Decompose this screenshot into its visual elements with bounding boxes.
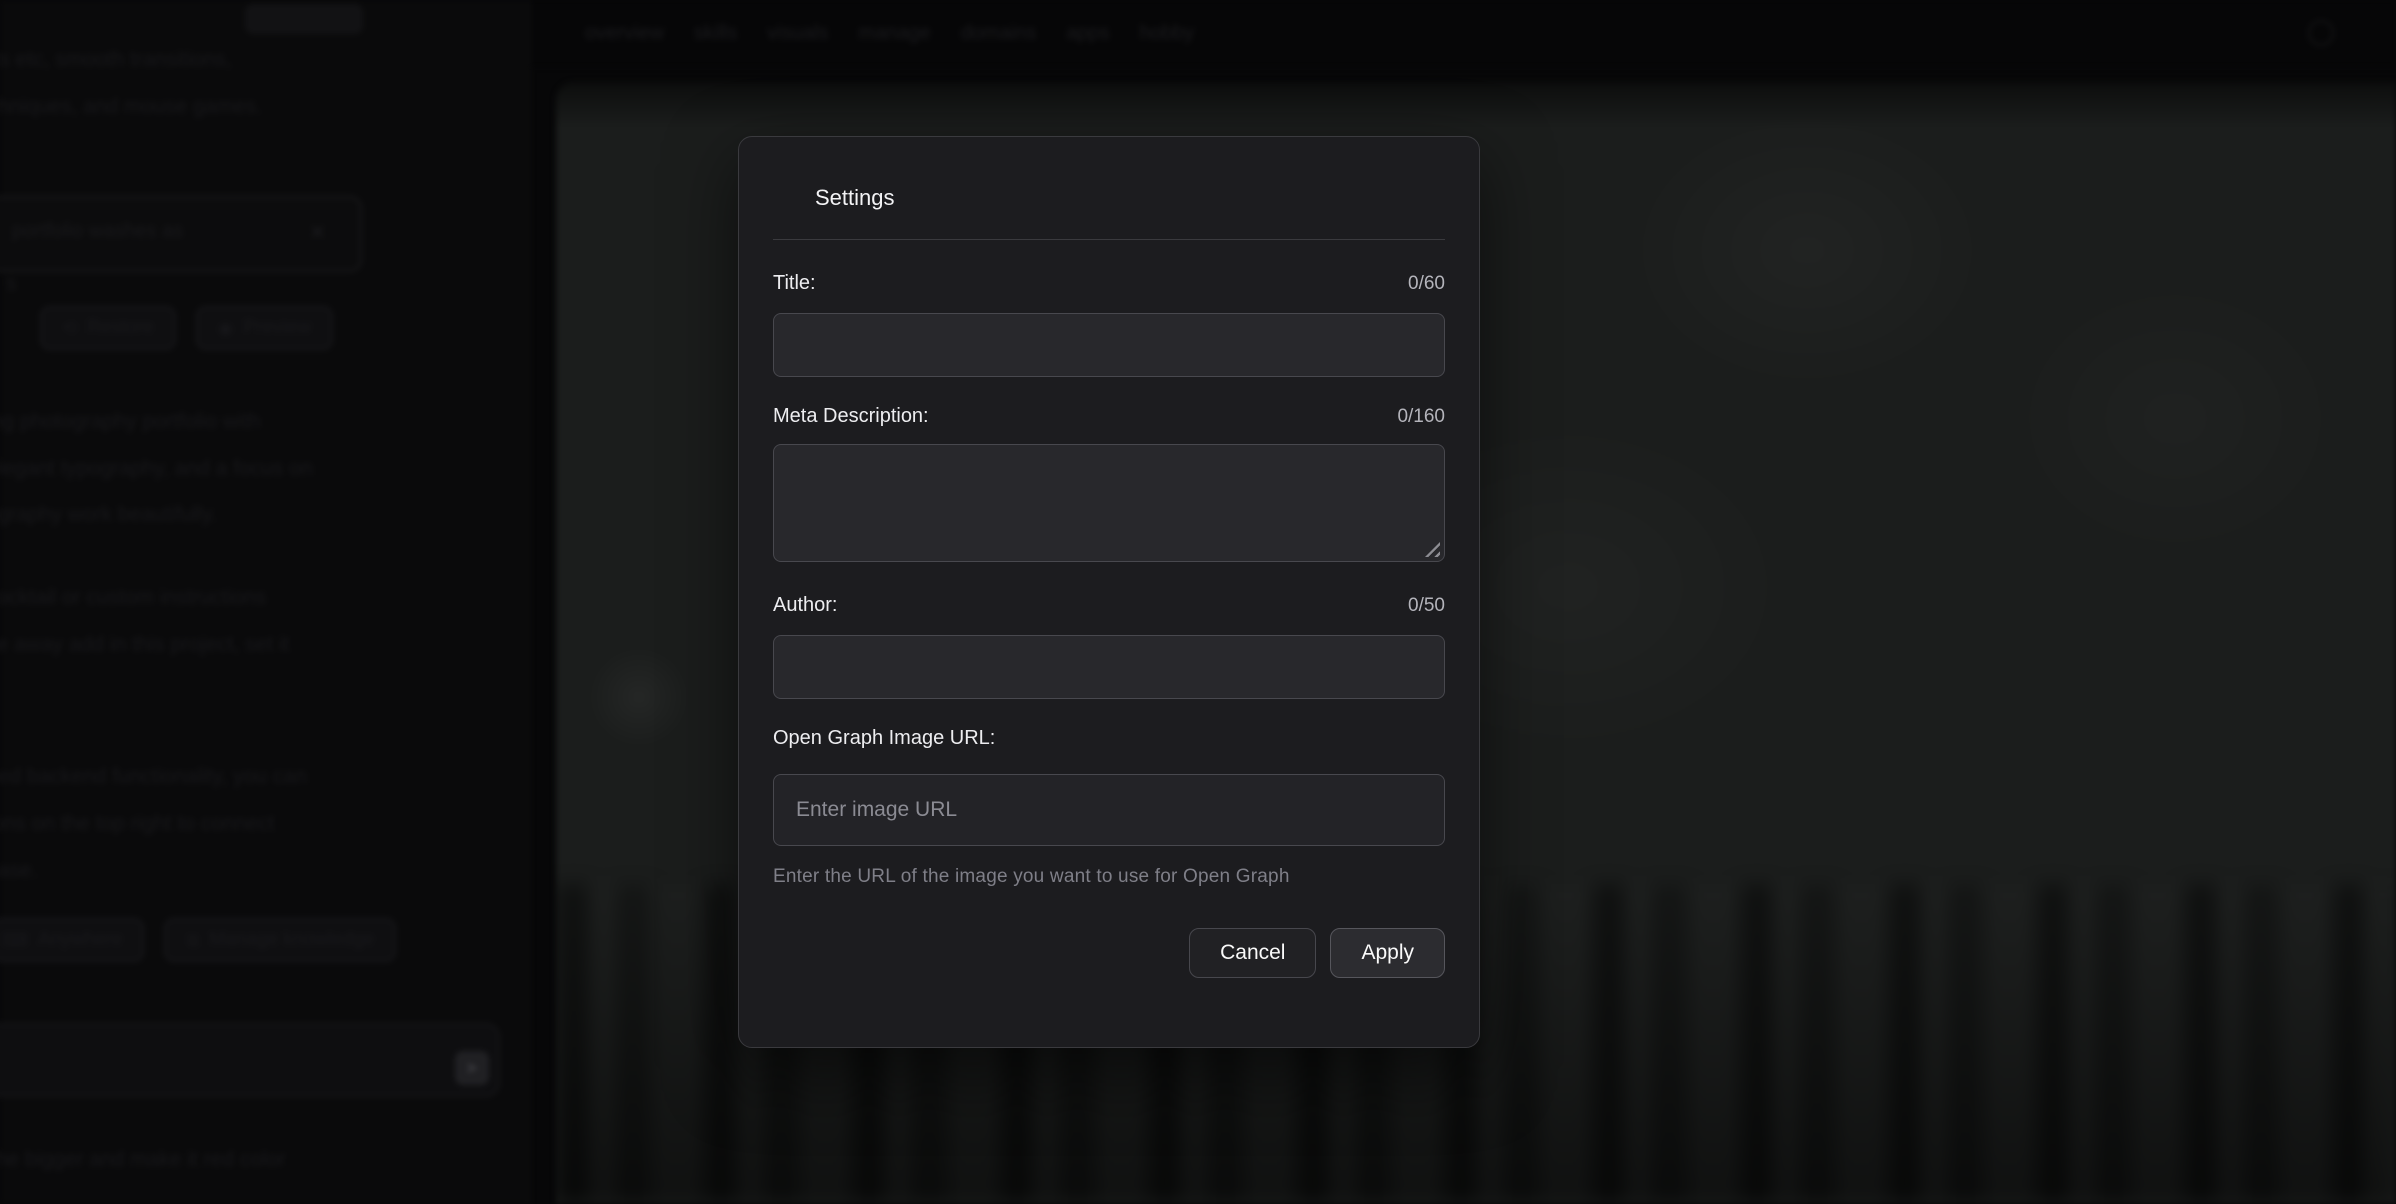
send-button[interactable]: ➤ [455,1051,489,1085]
chat-message-line: cocktail or custom instructions [0,586,266,610]
send-icon: ➤ [465,1058,478,1078]
manage-knowledge-label: Manage knowledge [209,929,374,951]
author-label: Author: [773,594,837,617]
title-input[interactable] [773,313,1445,377]
knowledge-actions: ⌨ Anywhere ⧉ Manage knowledge [0,918,396,962]
chat-sidebar: hats etc, smooth transitions, techniques… [0,0,530,1204]
chat-message-line: eed backend functionality, you can [0,765,307,789]
cancel-button[interactable]: Cancel [1189,928,1316,978]
meta-description-label: Meta Description: [773,405,929,428]
meta-description-char-counter: 0/160 [1397,406,1445,428]
og-image-url-label: Open Graph Image URL: [773,727,995,750]
manage-knowledge-button[interactable]: ⧉ Manage knowledge [164,918,396,962]
meta-description-textarea[interactable] [773,444,1445,562]
chat-message-line: s [6,272,17,296]
author-char-counter: 0/50 [1408,595,1445,617]
chat-message-line: elegant typography, and a focus on [0,457,313,481]
sidebar-active-tab[interactable] [245,4,363,34]
og-image-helper-text: Enter the URL of the image you want to u… [773,866,1445,888]
modal-actions: Cancel Apply [773,928,1445,978]
top-nav-item[interactable]: skills [694,22,737,45]
title-label: Title: [773,272,816,295]
title-field-group: Title: 0/60 [773,272,1445,377]
meta-description-field-group: Meta Description: 0/160 [773,405,1445,562]
user-message-text: portfolio washes as [12,220,183,243]
chat-message-line: hats etc, smooth transitions, [0,48,231,72]
top-nav-item[interactable]: manage [858,22,930,45]
apply-button[interactable]: Apply [1330,928,1445,978]
chat-input[interactable]: ➤ [0,1023,500,1097]
chat-message-line: ing photography portfolio with [0,410,260,434]
chat-message-line: techniques, and mouse games. [0,95,262,119]
chat-message-line: ke away add in this project, set it [0,633,290,657]
chat-message-line: the bigger and make it red color [0,1148,285,1172]
title-char-counter: 0/60 [1408,273,1445,295]
og-image-field-group: Open Graph Image URL: Enter the URL of t… [773,727,1445,888]
close-icon[interactable]: ✕ [309,220,326,245]
anywhere-button[interactable]: ⌨ Anywhere [0,918,144,962]
top-nav-item[interactable]: apps [1066,22,1109,45]
anywhere-label: Anywhere [38,929,123,951]
restore-icon: ⟲ [62,318,77,339]
restore-label: Restore [87,317,154,339]
app-screen: overview skills visuals manage domains a… [0,0,2396,1204]
author-input[interactable] [773,635,1445,699]
preview-icon: ◉ [218,318,234,339]
top-nav: overview skills visuals manage domains a… [585,0,1194,66]
modal-divider [773,239,1445,240]
top-nav-item[interactable]: overview [585,22,664,45]
author-field-group: Author: 0/50 [773,594,1445,699]
canvas-glow [584,642,694,752]
chat-message-line: ography work beautifully. [0,503,217,527]
top-nav-item[interactable]: hobby [1140,22,1195,45]
user-message-card: portfolio washes as ✕ [0,196,362,272]
preview-button[interactable]: ◉ Preview [196,306,333,350]
chat-message-line: base. [0,859,37,883]
top-nav-item[interactable]: domains [961,22,1037,45]
top-nav-item[interactable]: visuals [767,22,828,45]
knowledge-icon: ⧉ [186,930,199,951]
restore-button[interactable]: ⟲ Restore [40,306,176,350]
modal-title: Settings [815,185,1445,211]
preview-label: Preview [243,317,311,339]
chat-message-line: tons on the top right to connect [0,812,274,836]
settings-modal: Settings Title: 0/60 Meta Description: 0… [738,136,1480,1048]
og-image-url-input[interactable] [773,774,1445,846]
message-actions: ⟲ Restore ◉ Preview [40,306,333,350]
keyboard-icon: ⌨ [2,930,28,951]
account-icon[interactable] [2308,20,2334,46]
